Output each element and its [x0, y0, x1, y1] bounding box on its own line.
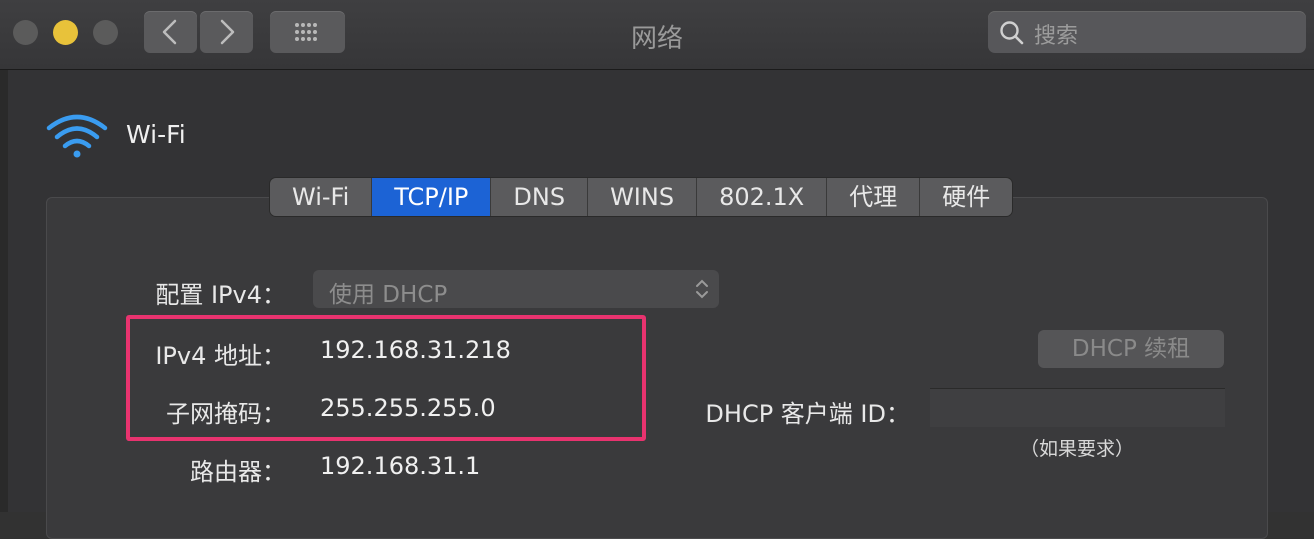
tab-bar: Wi-Fi TCP/IP DNS WINS 802.1X 代理 硬件: [270, 178, 1013, 216]
tab-tcpip[interactable]: TCP/IP: [372, 178, 492, 216]
dhcp-client-id-hint: （如果要求）: [1020, 438, 1135, 460]
tab-hardware[interactable]: 硬件: [920, 178, 1013, 216]
up-down-chevron-icon: [696, 279, 708, 299]
configure-ipv4-select[interactable]: 使用 DHCP: [313, 270, 719, 308]
dhcp-renew-button[interactable]: DHCP 续租: [1038, 330, 1224, 368]
interface-name: Wi-Fi: [126, 120, 186, 149]
search-placeholder: 搜索: [1034, 24, 1079, 49]
router-label: 路由器：: [190, 458, 286, 486]
dhcp-client-id-input[interactable]: [930, 388, 1225, 427]
tab-wins[interactable]: WINS: [588, 178, 698, 216]
configure-ipv4-label: 配置 IPv4：: [155, 281, 286, 309]
dhcp-client-id-label: DHCP 客户端 ID：: [705, 400, 910, 428]
title-bar: 网络 搜索: [0, 0, 1314, 70]
tab-dns[interactable]: DNS: [491, 178, 589, 216]
router-value: 192.168.31.1: [320, 452, 481, 480]
tab-wifi[interactable]: Wi-Fi: [270, 178, 373, 216]
window-edge: [0, 70, 8, 512]
search-icon: [1000, 21, 1024, 45]
tab-8021x[interactable]: 802.1X: [697, 178, 828, 216]
search-field[interactable]: 搜索: [988, 11, 1306, 53]
configure-ipv4-value: 使用 DHCP: [329, 282, 448, 308]
tab-proxy[interactable]: 代理: [827, 178, 921, 216]
highlight-box: [126, 315, 646, 441]
wifi-icon: [46, 114, 108, 158]
